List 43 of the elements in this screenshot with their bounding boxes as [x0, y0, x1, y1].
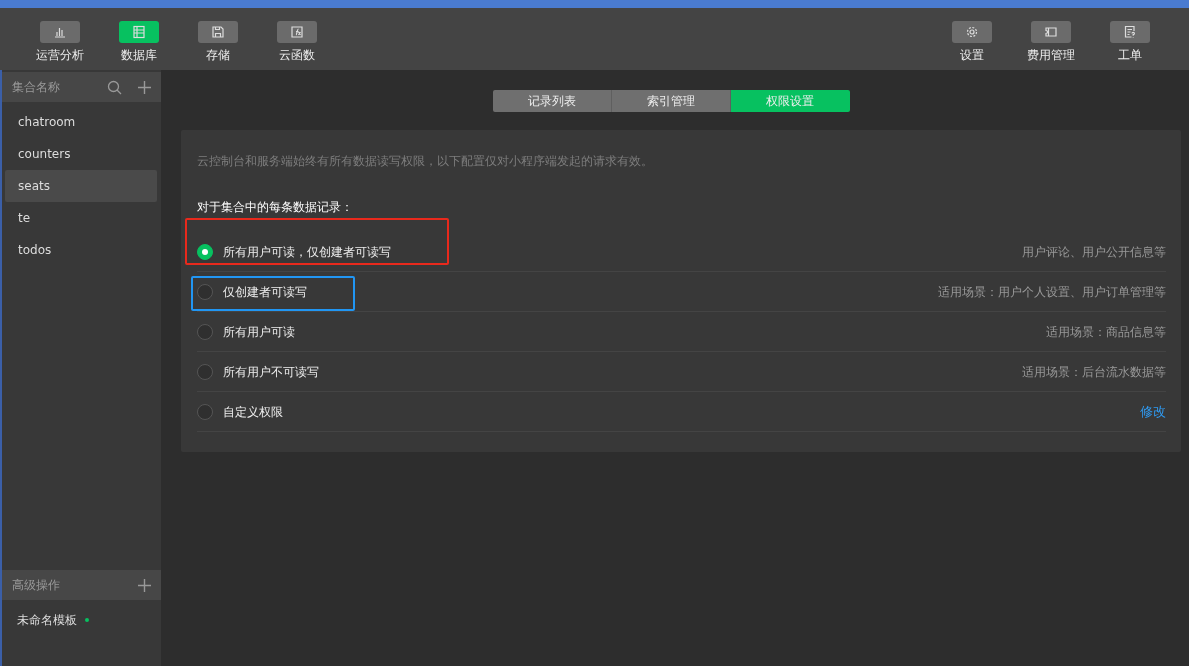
option-label: 所有用户可读: [223, 324, 295, 339]
chart-icon: [52, 25, 67, 39]
collection-item[interactable]: todos: [5, 234, 157, 266]
option-hint: 适用场景：后台流水数据等: [1022, 363, 1166, 381]
function-icon: [289, 25, 304, 39]
tab[interactable]: 记录列表: [492, 90, 612, 112]
option-label: 仅创建者可读写: [223, 284, 307, 299]
section-header: 集合名称: [12, 79, 60, 96]
collection-item[interactable]: te: [5, 202, 157, 234]
radio-button[interactable]: [197, 283, 213, 300]
add-icon[interactable]: [138, 80, 151, 94]
radio-button[interactable]: [197, 363, 213, 380]
option-label: 所有用户可读，仅创建者可读写: [223, 244, 391, 259]
search-icon[interactable]: [107, 79, 122, 95]
section-heading: 对于集合中的每条数据记录：: [197, 199, 354, 216]
toolbar-button[interactable]: 工单: [1090, 8, 1169, 70]
add-icon[interactable]: [138, 578, 151, 592]
section-header: 高级操作: [12, 577, 60, 594]
collection-item[interactable]: counters: [5, 138, 157, 170]
toolbar-button[interactable]: 存储: [178, 8, 257, 70]
document-icon: [1122, 25, 1137, 39]
option-hint: 适用场景：用户个人设置、用户订单管理等: [938, 283, 1166, 301]
option-label: 所有用户不可读写: [223, 364, 319, 379]
toolbar-button[interactable]: 运营分析: [20, 8, 99, 70]
option-label: 自定义权限: [223, 404, 283, 419]
toolbar-button[interactable]: 云函数: [257, 8, 336, 70]
template-item[interactable]: 未命名模板: [17, 611, 77, 629]
wallet-icon: [1043, 25, 1058, 39]
save-icon: [210, 25, 225, 39]
radio-button[interactable]: [197, 243, 213, 260]
settings-icon: [964, 25, 979, 39]
edit-link[interactable]: 修改: [1140, 401, 1166, 422]
toolbar-button[interactable]: 设置: [932, 8, 1011, 70]
table-icon: [131, 25, 146, 39]
collection-item[interactable]: seats: [5, 170, 157, 202]
tab[interactable]: 索引管理: [611, 90, 731, 112]
radio-button[interactable]: [197, 323, 213, 340]
option-hint: 用户评论、用户公开信息等: [1022, 243, 1166, 261]
radio-button[interactable]: [197, 403, 213, 420]
collection-item[interactable]: chatroom: [5, 106, 157, 138]
option-hint: 适用场景：商品信息等: [1046, 323, 1166, 341]
toolbar-button[interactable]: 费用管理: [1011, 8, 1090, 70]
toolbar-button[interactable]: 数据库: [99, 8, 178, 70]
